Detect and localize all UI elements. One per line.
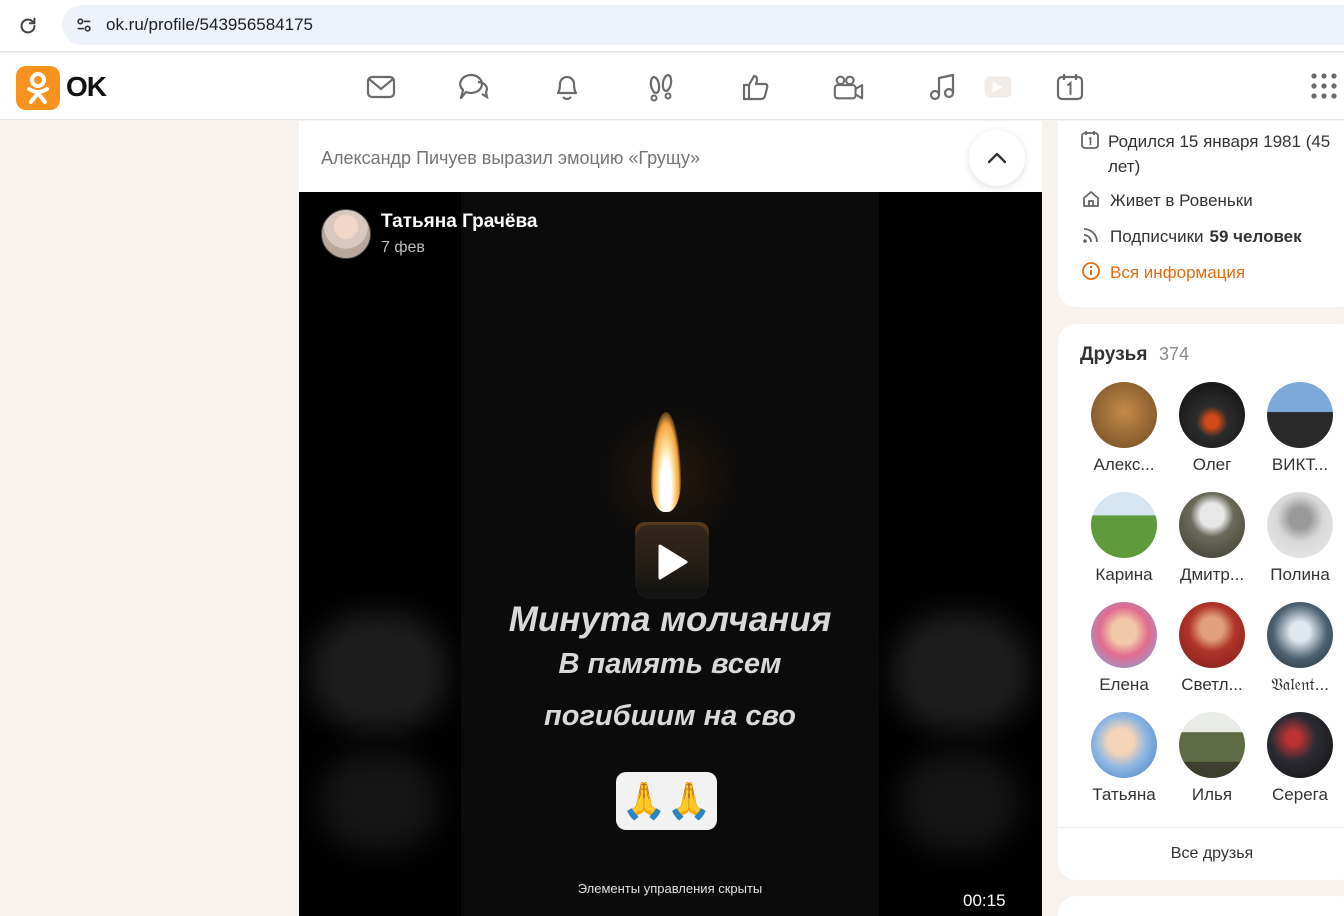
video-blur-left-lower xyxy=(319,752,439,852)
post-date[interactable]: 7 фев xyxy=(381,239,425,257)
subscribers-count[interactable]: 59 человек xyxy=(1210,224,1302,249)
discussions-icon[interactable] xyxy=(458,71,490,103)
site-header: OK xyxy=(0,53,1344,120)
friend-name[interactable]: Илья xyxy=(1168,785,1256,805)
all-info-row[interactable]: Вся информация xyxy=(1080,260,1245,285)
video-blur-right-lower xyxy=(899,752,1019,852)
friend-avatar[interactable] xyxy=(1179,602,1245,668)
friend-avatar[interactable] xyxy=(1179,712,1245,778)
friend-item[interactable]: Алекс... xyxy=(1080,382,1168,475)
friends-count[interactable]: 374 xyxy=(1159,344,1189,365)
logo-text[interactable]: OK xyxy=(66,71,107,103)
friend-name[interactable]: Олег xyxy=(1168,455,1256,475)
friend-avatar[interactable] xyxy=(1267,602,1333,668)
post-author-name[interactable]: Татьяна Грачёва xyxy=(381,211,537,233)
chevron-up-icon xyxy=(987,152,1007,164)
friend-item[interactable]: Карина xyxy=(1080,492,1168,585)
friend-item[interactable]: Серега xyxy=(1256,712,1344,805)
video-player[interactable]: Татьяна Грачёва 7 фев Минута молчания В … xyxy=(299,192,1042,916)
praying-hands-emoji: 🙏🙏 xyxy=(616,772,717,830)
notifications-icon[interactable] xyxy=(551,71,583,103)
feed-event-header: Александр Пичуев выразил эмоцию «Грущу» xyxy=(299,121,1042,192)
calendar-icon[interactable] xyxy=(1054,71,1086,103)
friend-name[interactable]: ВИКТ... xyxy=(1256,455,1344,475)
all-info-link[interactable]: Вся информация xyxy=(1110,260,1245,285)
browser-toolbar: ok.ru/profile/543956584175 xyxy=(0,0,1344,52)
friend-name[interactable]: Татьяна xyxy=(1080,785,1168,805)
play-button[interactable] xyxy=(635,525,709,599)
friend-name[interactable]: Светл... xyxy=(1168,675,1256,695)
friends-title[interactable]: Друзья xyxy=(1080,344,1147,366)
address-bar[interactable]: ok.ru/profile/543956584175 xyxy=(62,5,1344,45)
location-row: Живет в Ровеньки xyxy=(1080,188,1253,213)
friend-item[interactable]: Татьяна xyxy=(1080,712,1168,805)
feed-column: Александр Пичуев выразил эмоцию «Грущу» … xyxy=(299,121,1042,916)
video-caption-line-2: В память всем xyxy=(558,648,782,680)
friend-name[interactable]: Алекс... xyxy=(1080,455,1168,475)
friend-avatar[interactable] xyxy=(1091,602,1157,668)
friend-item[interactable]: Елена xyxy=(1080,602,1168,695)
friend-item[interactable]: 𝔙𝔞𝔩𝔢𝔫𝔱... xyxy=(1256,602,1344,695)
info-icon xyxy=(1080,260,1102,282)
friend-avatar[interactable] xyxy=(1091,492,1157,558)
friend-avatar[interactable] xyxy=(1267,382,1333,448)
friend-item[interactable]: Светл... xyxy=(1168,602,1256,695)
apps-grid-icon[interactable] xyxy=(1310,72,1338,100)
friend-avatar[interactable] xyxy=(1179,382,1245,448)
friend-avatar[interactable] xyxy=(1091,382,1157,448)
friend-name[interactable]: Елена xyxy=(1080,675,1168,695)
friend-item[interactable]: Олег xyxy=(1168,382,1256,475)
profile-info-card: Родился 15 января 1981 (45 лет) Живет в … xyxy=(1058,121,1344,307)
subscribers-label: Подписчики xyxy=(1110,227,1204,246)
author-avatar[interactable] xyxy=(321,209,371,259)
rss-icon xyxy=(1080,224,1102,246)
reactions-icon[interactable] xyxy=(739,71,771,103)
music-icon[interactable] xyxy=(926,71,958,103)
next-card xyxy=(1058,896,1344,916)
controls-hidden-note: Элементы управления скрыты xyxy=(577,881,763,896)
friend-name[interactable]: Полина xyxy=(1256,565,1344,585)
video-blur-left xyxy=(309,612,449,732)
friend-avatar[interactable] xyxy=(1091,712,1157,778)
video-icon[interactable] xyxy=(981,71,1013,103)
friends-divider xyxy=(1058,827,1344,828)
birth-text: Родился 15 января 1981 (45 лет) xyxy=(1108,132,1331,176)
friend-name[interactable]: Серега xyxy=(1256,785,1344,805)
friend-avatar[interactable] xyxy=(1267,492,1333,558)
guests-icon[interactable] xyxy=(645,71,677,103)
friend-avatar[interactable] xyxy=(1267,712,1333,778)
messages-icon[interactable] xyxy=(365,71,397,103)
home-icon xyxy=(1080,188,1102,210)
friends-card: Друзья 374 Алекс... Олег ВИКТ... Карина … xyxy=(1058,324,1344,880)
ok-logo-icon[interactable] xyxy=(16,66,60,110)
friend-name[interactable]: Карина xyxy=(1080,565,1168,585)
friend-name[interactable]: 𝔙𝔞𝔩𝔢𝔫𝔱... xyxy=(1256,675,1344,695)
site-settings-icon[interactable] xyxy=(72,13,96,37)
video-caption-line-1: Минута молчания xyxy=(508,600,832,639)
friend-item[interactable]: Полина xyxy=(1256,492,1344,585)
video-blur-right xyxy=(891,612,1031,732)
feed-event-text[interactable]: Александр Пичуев выразил эмоцию «Грущу» xyxy=(321,148,700,169)
friend-name[interactable]: Дмитр... xyxy=(1168,565,1256,585)
play-icon xyxy=(658,544,688,580)
url-text[interactable]: ok.ru/profile/543956584175 xyxy=(106,15,313,35)
friend-item[interactable]: ВИКТ... xyxy=(1256,382,1344,475)
birthday-calendar-icon xyxy=(1080,129,1100,151)
videocall-icon[interactable] xyxy=(832,71,864,103)
birth-row: Родился 15 января 1981 (45 лет) xyxy=(1080,129,1340,179)
reload-icon[interactable] xyxy=(14,12,42,40)
all-friends-link[interactable]: Все друзья xyxy=(1058,845,1344,863)
collapse-button[interactable] xyxy=(969,130,1025,186)
video-duration: 00:15 xyxy=(963,891,1006,910)
subscribers-row[interactable]: Подписчики 59 человек xyxy=(1080,224,1302,249)
friend-avatar[interactable] xyxy=(1179,492,1245,558)
friend-item[interactable]: Дмитр... xyxy=(1168,492,1256,585)
friend-item[interactable]: Илья xyxy=(1168,712,1256,805)
location-text[interactable]: Живет в Ровеньки xyxy=(1110,188,1253,213)
video-caption-line-3: погибшим на сво xyxy=(544,700,796,732)
